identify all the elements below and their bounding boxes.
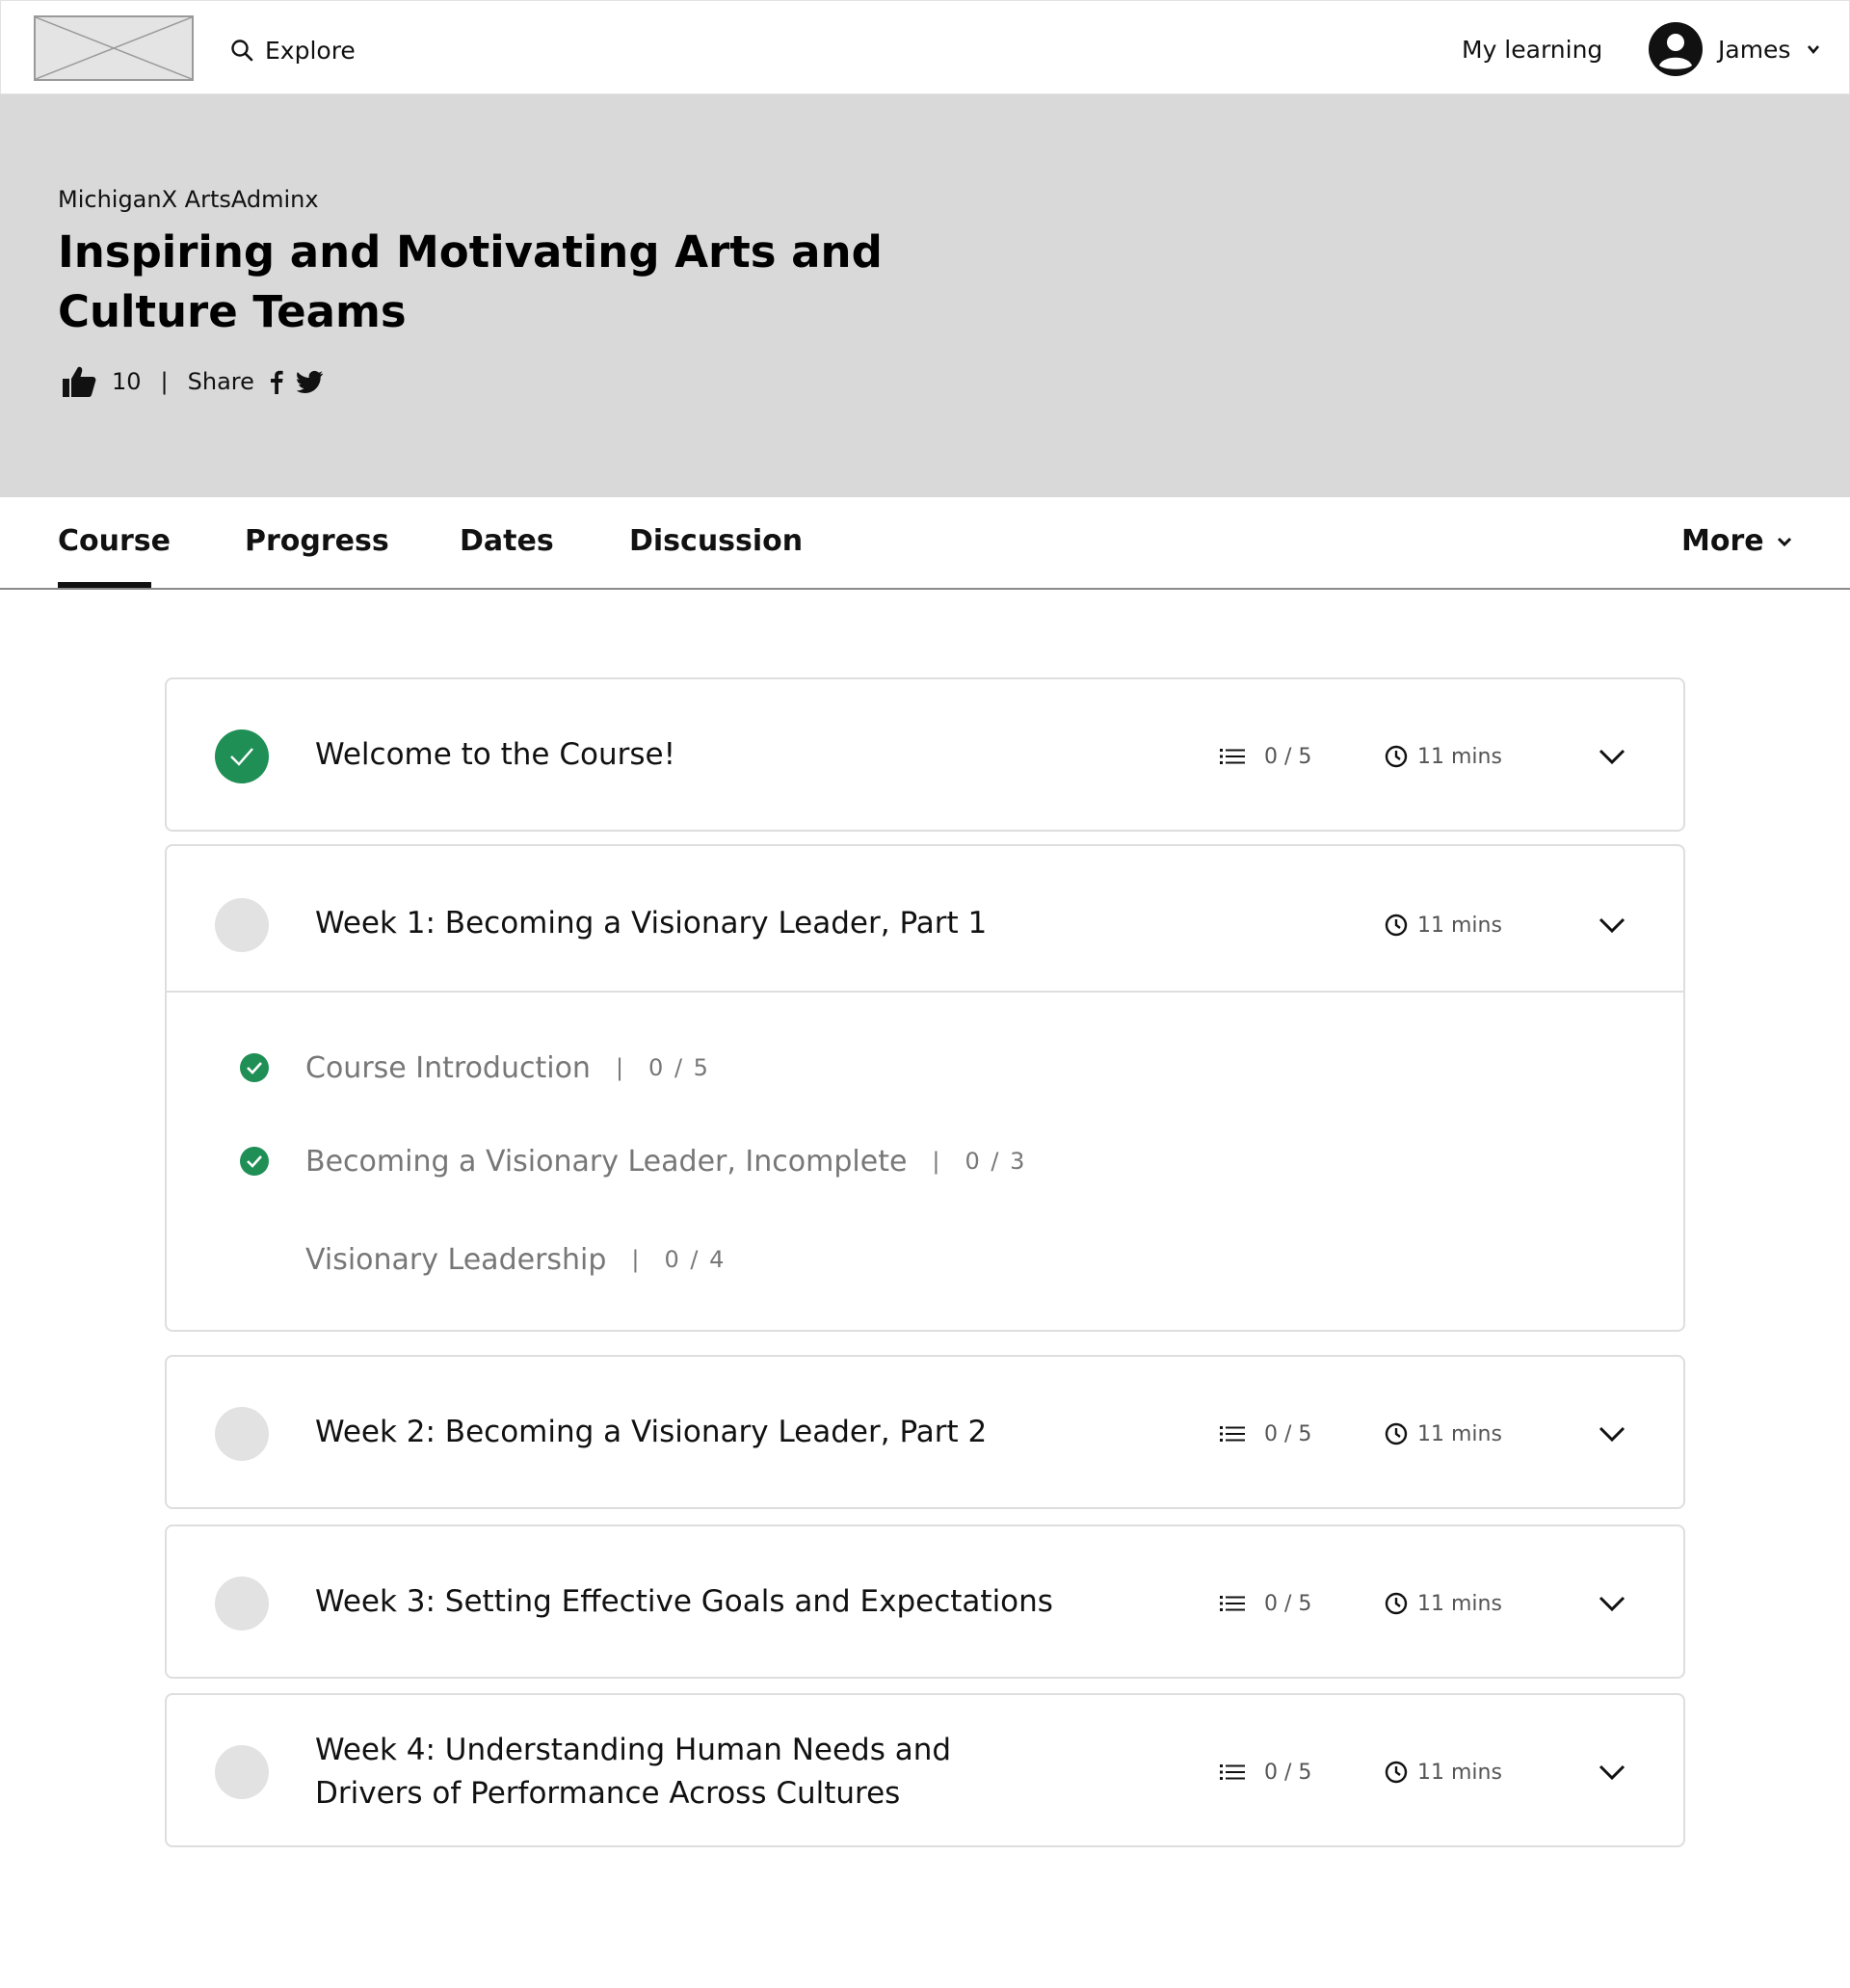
section-card-welcome[interactable]: Welcome to the Course! 0 / 5 11 mins (165, 677, 1685, 832)
section-card-week-3[interactable]: Week 3: Setting Effective Goals and Expe… (165, 1524, 1685, 1679)
tab-discussion[interactable]: Discussion (629, 524, 803, 558)
user-menu[interactable]: James (1649, 22, 1821, 76)
course-hero: MichiganX ArtsAdminx Inspiring and Motiv… (0, 94, 1850, 497)
lesson-count-value: 0 / 5 (1264, 1760, 1312, 1785)
chevron-down-icon (1808, 45, 1820, 55)
lesson-count-value: 0 / 5 (1264, 1421, 1312, 1446)
course-meta: 10 | Share (62, 362, 324, 401)
top-navigation: Explore My learning James (0, 0, 1850, 94)
list-icon (1220, 1426, 1245, 1442)
section-duration: 11 mins (1385, 1753, 1502, 1791)
tab-course[interactable]: Course (58, 524, 171, 558)
more-menu[interactable]: More (1681, 524, 1793, 558)
list-icon (1220, 1596, 1245, 1611)
section-title-line-2: Drivers of Performance Across Cultures (315, 1776, 901, 1811)
chevron-down-icon[interactable] (1595, 1584, 1629, 1623)
duration-value: 11 mins (1417, 1421, 1502, 1446)
meta-separator: | (160, 368, 169, 395)
section-title: Week 3: Setting Effective Goals and Expe… (315, 1584, 1053, 1619)
avatar-icon (1649, 22, 1703, 76)
section-duration: 11 mins (1385, 906, 1502, 944)
subsection-separator: | (932, 1148, 940, 1175)
section-incomplete-indicator (215, 898, 269, 952)
check-circle-icon (240, 1053, 269, 1082)
user-name: James (1718, 35, 1791, 64)
lesson-count-value: 0 / 5 (1264, 1591, 1312, 1616)
chevron-down-icon[interactable] (1595, 1415, 1629, 1453)
duration-value: 11 mins (1417, 1760, 1502, 1785)
duration-value: 11 mins (1417, 913, 1502, 938)
section-incomplete-indicator (215, 1577, 269, 1630)
share-label: Share (187, 368, 254, 395)
twitter-icon[interactable] (296, 370, 324, 393)
explore-link[interactable]: Explore (230, 33, 356, 67)
section-card-week-2[interactable]: Week 2: Becoming a Visionary Leader, Par… (165, 1355, 1685, 1509)
duration-value: 11 mins (1417, 1591, 1502, 1616)
chevron-down-icon (1777, 537, 1791, 546)
like-count: 10 (112, 368, 142, 395)
subsection-title: Becoming a Visionary Leader, Incomplete (305, 1144, 908, 1179)
more-label: More (1681, 524, 1764, 558)
subsection-separator: | (615, 1054, 624, 1081)
search-icon (231, 40, 253, 62)
tab-progress[interactable]: Progress (245, 524, 389, 558)
duration-value: 11 mins (1417, 744, 1502, 769)
clock-icon (1385, 1761, 1408, 1784)
subsection-status-empty (240, 1245, 269, 1274)
section-title: Week 2: Becoming a Visionary Leader, Par… (315, 1415, 988, 1449)
course-org: MichiganX ArtsAdminx (58, 186, 319, 213)
course-title: Inspiring and Motivating Arts and Cultur… (58, 226, 883, 337)
facebook-icon[interactable] (270, 369, 283, 394)
section-lesson-count: 0 / 5 (1220, 1415, 1311, 1453)
section-lesson-count: 0 / 5 (1220, 1584, 1311, 1623)
section-lesson-count: 0 / 5 (1220, 1753, 1311, 1791)
my-learning-link[interactable]: My learning (1462, 33, 1602, 67)
section-incomplete-indicator (215, 1407, 269, 1461)
list-icon (1220, 1764, 1245, 1780)
subsection-title: Course Introduction (305, 1050, 591, 1085)
section-title: Welcome to the Course! (315, 737, 676, 772)
section-title: Week 4: Understanding Human Needs and Dr… (315, 1729, 951, 1816)
explore-label: Explore (265, 36, 356, 65)
subsection-course-introduction[interactable]: Course Introduction | 0 / 5 (240, 1045, 710, 1091)
check-circle-icon (240, 1147, 269, 1176)
thumbs-up-icon[interactable] (62, 365, 96, 398)
section-incomplete-indicator (215, 1745, 269, 1799)
subsection-becoming-a-visionary-leader[interactable]: Becoming a Visionary Leader, Incomplete … (240, 1138, 1026, 1184)
chevron-down-icon[interactable] (1595, 737, 1629, 776)
subsection-title: Visionary Leadership (305, 1242, 607, 1277)
clock-icon (1385, 914, 1408, 937)
section-complete-indicator (215, 729, 269, 783)
clock-icon (1385, 1422, 1408, 1445)
section-card-week-1[interactable]: Week 1: Becoming a Visionary Leader, Par… (165, 844, 1685, 1332)
subsection-count: 0 / 4 (664, 1246, 727, 1273)
subsection-count: 0 / 3 (965, 1148, 1027, 1175)
section-title: Week 1: Becoming a Visionary Leader, Par… (315, 906, 988, 941)
section-lesson-count: 0 / 5 (1220, 737, 1311, 776)
subsection-separator: | (631, 1246, 640, 1273)
tab-dates[interactable]: Dates (460, 524, 554, 558)
section-card-week-4[interactable]: Week 4: Understanding Human Needs and Dr… (165, 1693, 1685, 1847)
chevron-down-icon[interactable] (1595, 906, 1629, 944)
logo-placeholder[interactable] (34, 15, 194, 81)
section-duration: 11 mins (1385, 1415, 1502, 1453)
logo-image-icon (36, 17, 192, 79)
clock-icon (1385, 745, 1408, 768)
check-icon (230, 748, 253, 766)
lesson-count-value: 0 / 5 (1264, 744, 1312, 769)
section-duration: 11 mins (1385, 1584, 1502, 1623)
list-icon (1220, 749, 1245, 764)
section-divider (167, 991, 1683, 993)
section-title-line-1: Week 4: Understanding Human Needs and (315, 1733, 952, 1767)
section-duration: 11 mins (1385, 737, 1502, 776)
subsection-visionary-leadership[interactable]: Visionary Leadership | 0 / 4 (240, 1236, 726, 1283)
course-tabs: Course Progress Dates Discussion More (0, 497, 1850, 590)
clock-icon (1385, 1592, 1408, 1615)
chevron-down-icon[interactable] (1595, 1753, 1629, 1791)
active-tab-indicator (58, 582, 151, 588)
subsection-count: 0 / 5 (648, 1054, 710, 1081)
